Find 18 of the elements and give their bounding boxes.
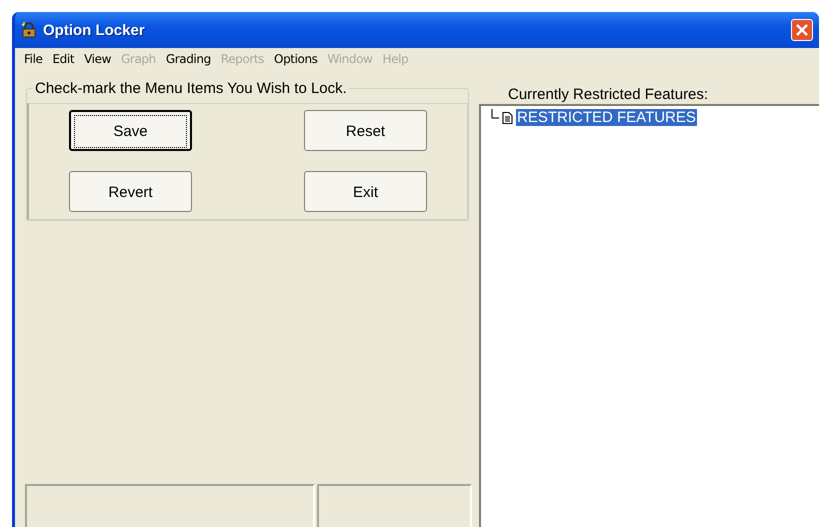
close-button[interactable] <box>791 19 813 41</box>
close-icon <box>795 23 809 37</box>
menu-item[interactable]: View <box>79 52 116 66</box>
push-button[interactable]: Save <box>69 110 192 151</box>
menu-item[interactable]: Edit <box>47 52 80 66</box>
document-icon <box>502 112 513 124</box>
menu-item[interactable]: Grading <box>160 52 216 66</box>
push-button[interactable]: Exit <box>304 171 427 212</box>
group-title: Check-mark the Menu Items You Wish to Lock. <box>34 80 348 97</box>
tree-connector-icon <box>491 109 499 119</box>
tree-label: Currently Restricted Features: <box>507 85 710 104</box>
tree-item[interactable]: RESTRICTED FEATURES <box>516 109 697 126</box>
menu-item[interactable]: File <box>19 52 48 66</box>
push-button[interactable]: Revert <box>69 171 192 212</box>
padlock-icon <box>21 22 37 38</box>
push-button[interactable]: Reset <box>304 110 427 151</box>
window-title: Option Locker <box>43 22 146 38</box>
menu-item[interactable]: Options <box>269 52 323 66</box>
